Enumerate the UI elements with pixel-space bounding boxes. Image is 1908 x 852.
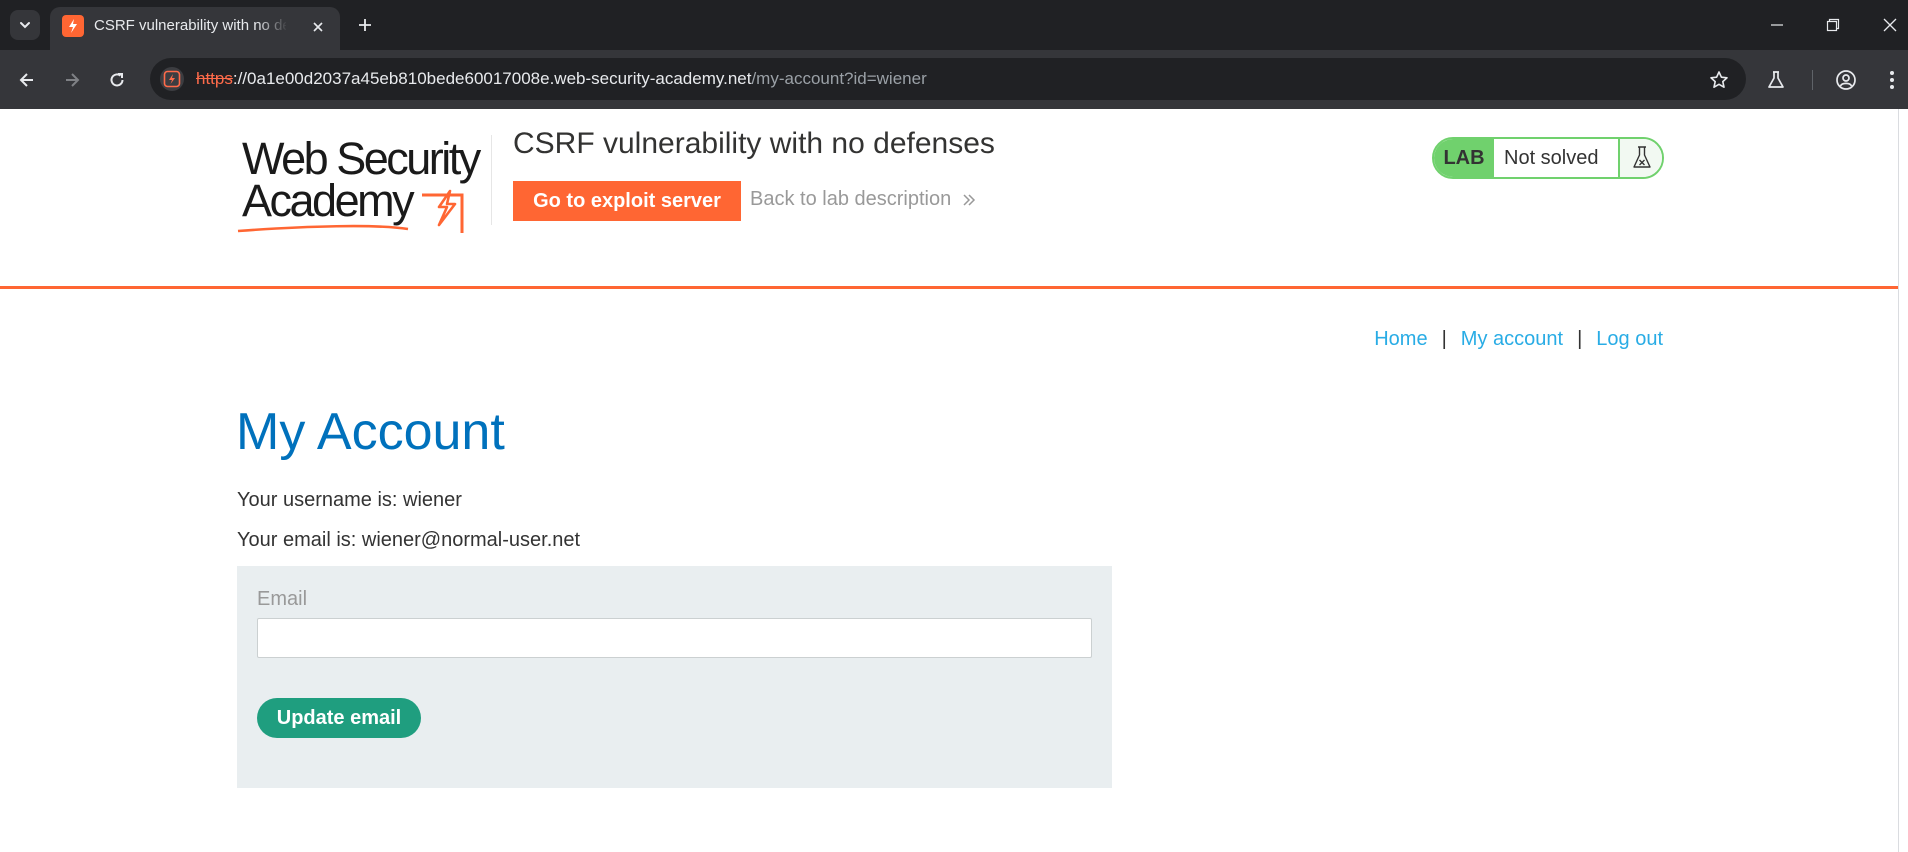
update-email-button[interactable]: Update email (257, 698, 421, 738)
lab-status-text: Not solved (1504, 147, 1599, 169)
site-info-icon[interactable] (160, 67, 184, 91)
top-navigation: Home | My account | Log out (1374, 328, 1663, 351)
page-title: My Account (236, 403, 505, 461)
close-tab-icon[interactable] (307, 16, 329, 38)
lab-title: CSRF vulnerability with no defenses (513, 127, 995, 160)
email-field-label: Email (257, 588, 308, 610)
url-host: 0a1e00d2037a45eb810bede60017008e.web-sec… (247, 69, 752, 88)
address-bar[interactable]: https://0a1e00d2037a45eb810bede60017008e… (150, 58, 1746, 100)
toolbar-separator (1812, 70, 1813, 90)
nav-separator: | (1577, 328, 1583, 350)
minimize-icon[interactable] (1760, 8, 1794, 42)
browser-tab-bar: CSRF vulnerability with no defenses (0, 0, 1908, 50)
new-tab-plus-icon[interactable] (350, 10, 380, 40)
close-window-icon[interactable] (1873, 8, 1907, 42)
academy-header: Web Security Academy CSRF vulnerability … (0, 109, 1898, 289)
back-arrow-icon[interactable] (11, 64, 43, 96)
username-info: Your username is: wiener (237, 489, 462, 511)
url-text[interactable]: https://0a1e00d2037a45eb810bede60017008e… (196, 69, 927, 89)
tab-search-button[interactable] (10, 10, 40, 40)
email-field[interactable] (257, 618, 1092, 658)
lab-status-widget: LAB Not solved (1432, 137, 1664, 179)
nav-log-out-link[interactable]: Log out (1596, 328, 1663, 351)
browser-toolbar: https://0a1e00d2037a45eb810bede60017008e… (0, 50, 1908, 109)
academy-lightning-mark-icon (237, 189, 464, 233)
more-menu-icon[interactable] (1876, 64, 1908, 96)
nav-home-link[interactable]: Home (1374, 328, 1427, 351)
back-link-label: Back to lab description (750, 188, 952, 210)
lab-badge: LAB (1434, 139, 1494, 177)
double-chevron-right-icon (961, 192, 977, 208)
profile-avatar-icon[interactable] (1830, 64, 1862, 96)
flask-icon (1618, 139, 1662, 177)
labs-flask-icon[interactable] (1760, 64, 1792, 96)
forward-arrow-icon[interactable] (56, 64, 88, 96)
back-to-lab-description-link[interactable]: Back to lab description (750, 188, 977, 211)
url-separator: :// (232, 69, 248, 88)
nav-my-account-link[interactable]: My account (1461, 328, 1563, 351)
header-divider (491, 135, 492, 225)
reload-icon[interactable] (101, 64, 133, 96)
url-scheme: https (196, 69, 233, 88)
tab-title-fade (256, 13, 288, 41)
bookmark-star-icon[interactable] (1706, 67, 1732, 93)
restore-icon[interactable] (1816, 8, 1850, 42)
lightning-favicon-icon (62, 15, 84, 37)
go-to-exploit-server-button[interactable]: Go to exploit server (513, 181, 741, 221)
nav-separator: | (1441, 328, 1447, 350)
web-page: Web Security Academy CSRF vulnerability … (0, 109, 1898, 852)
active-tab[interactable]: CSRF vulnerability with no defenses (50, 7, 340, 50)
email-info: Your email is: wiener@normal-user.net (237, 529, 581, 551)
page-scrollbar[interactable] (1898, 109, 1908, 852)
url-path: /my-account?id=wiener (751, 69, 927, 88)
chevron-down-icon (20, 22, 30, 29)
change-email-form: Email Update email (237, 566, 1112, 788)
web-security-academy-logo[interactable]: Web Security Academy (236, 133, 490, 233)
